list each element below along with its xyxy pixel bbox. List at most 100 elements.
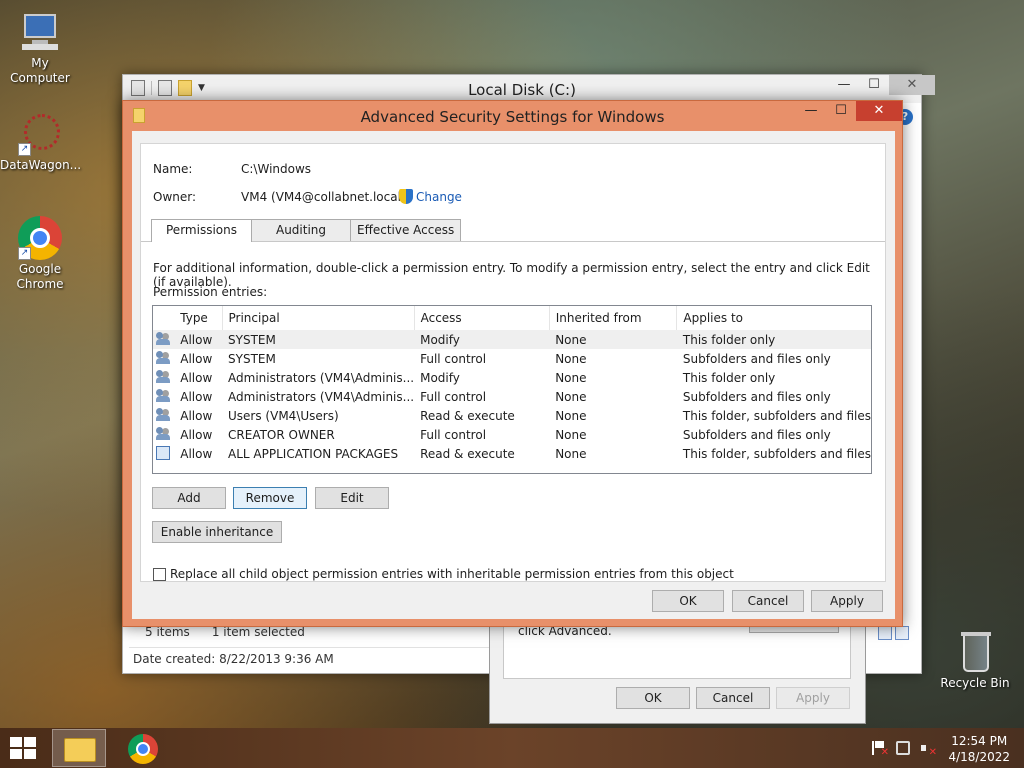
cell-applies: This folder, subfolders and files bbox=[682, 446, 871, 461]
action-center-flag-icon[interactable]: ✕ bbox=[872, 741, 889, 758]
cell-principal: CREATOR OWNER bbox=[228, 427, 335, 442]
tab-divider bbox=[141, 241, 885, 242]
table-row[interactable]: Allow ALL APPLICATION PACKAGES Read & ex… bbox=[153, 444, 871, 463]
cell-principal: SYSTEM bbox=[222, 330, 415, 349]
datawagon-icon: ↗ bbox=[18, 112, 62, 156]
maximize-button[interactable]: ☐ bbox=[826, 101, 856, 121]
dialog-panel: Name: C:\Windows Owner: VM4 (VM4@collabn… bbox=[140, 143, 886, 582]
tab-permissions[interactable]: Permissions bbox=[151, 219, 252, 242]
checkbox-box[interactable] bbox=[153, 567, 166, 581]
file-explorer-icon bbox=[64, 738, 96, 762]
desktop-icon-datawagon[interactable]: ↗ DataWagon... bbox=[0, 112, 82, 173]
cell-inherited: None bbox=[549, 330, 677, 349]
clock-date: 4/18/2022 bbox=[948, 750, 1010, 764]
taskbar-file-explorer[interactable] bbox=[52, 729, 106, 767]
cell-principal: Administrators (VM4\Adminis... bbox=[228, 389, 415, 404]
window-title: Local Disk (C:) bbox=[468, 81, 576, 99]
cell-access: Full control bbox=[420, 351, 487, 366]
cell-type: Allow bbox=[174, 330, 223, 349]
volume-muted-icon[interactable]: ✕ bbox=[920, 741, 937, 758]
column-inherited-from[interactable]: Inherited from bbox=[549, 306, 678, 330]
cell-access: Modify bbox=[420, 370, 460, 385]
user-group-icon bbox=[156, 351, 171, 365]
owner-label: Owner: bbox=[153, 190, 197, 204]
cell-access: Full control bbox=[420, 427, 487, 442]
windows-logo-icon bbox=[10, 737, 22, 747]
user-group-icon bbox=[156, 332, 171, 346]
date-created: Date created: 8/22/2013 9:36 AM bbox=[129, 647, 489, 666]
close-button[interactable]: ✕ bbox=[889, 75, 935, 95]
cell-applies: This folder, subfolders and files bbox=[682, 408, 871, 423]
desktop-icon-label: DataWagon... bbox=[0, 158, 82, 172]
cell-access: Read & execute bbox=[420, 446, 515, 461]
cancel-button[interactable]: Cancel bbox=[732, 590, 804, 612]
cell-applies: Subfolders and files only bbox=[682, 427, 831, 442]
desktop-icon-label: My Computer bbox=[10, 56, 70, 85]
apply-button[interactable]: Apply bbox=[811, 590, 883, 612]
cell-applies: Subfolders and files only bbox=[682, 389, 831, 404]
shortcut-arrow-icon: ↗ bbox=[18, 247, 31, 260]
cell-access: Read & execute bbox=[420, 408, 515, 423]
cell-type: Allow bbox=[180, 389, 213, 404]
properties-cancel-button[interactable]: Cancel bbox=[696, 687, 770, 709]
permission-entries-label: Permission entries: bbox=[153, 285, 268, 299]
cell-type: Allow bbox=[180, 446, 213, 461]
column-principal[interactable]: Principal bbox=[222, 306, 415, 330]
selection-count: 1 item selected bbox=[211, 625, 305, 639]
enable-inheritance-button[interactable]: Enable inheritance bbox=[152, 521, 282, 543]
desktop-icon-recycle-bin[interactable]: Recycle Bin bbox=[935, 630, 1015, 691]
cell-type: Allow bbox=[180, 427, 213, 442]
change-owner-link[interactable]: Change bbox=[399, 189, 462, 204]
tab-auditing[interactable]: Auditing bbox=[250, 219, 352, 241]
dialog-title: Advanced Security Settings for Windows bbox=[360, 108, 665, 126]
clock[interactable]: 12:54 PM 4/18/2022 bbox=[948, 733, 1010, 765]
cell-applies: This folder only bbox=[682, 370, 776, 385]
permission-entries-list[interactable]: Type Principal Access Inherited from App… bbox=[152, 305, 872, 474]
remove-button[interactable]: Remove bbox=[233, 487, 307, 509]
properties-ok-button[interactable]: OK bbox=[616, 687, 690, 709]
cell-inherited: None bbox=[555, 427, 587, 442]
shortcut-arrow-icon: ↗ bbox=[18, 143, 31, 156]
status-bar: 5 items 1 item selected Date created: 8/… bbox=[129, 625, 489, 666]
tab-effective-access[interactable]: Effective Access bbox=[350, 219, 462, 241]
start-button[interactable] bbox=[10, 737, 38, 761]
table-row[interactable]: Allow SYSTEM Full control None Subfolder… bbox=[153, 349, 871, 368]
table-row[interactable]: Allow Administrators (VM4\Adminis... Ful… bbox=[153, 387, 871, 406]
replace-permissions-checkbox[interactable]: Replace all child object permission entr… bbox=[153, 567, 734, 581]
close-button[interactable]: ✕ bbox=[856, 101, 902, 121]
column-applies-to[interactable]: Applies to bbox=[677, 306, 871, 330]
network-icon[interactable] bbox=[896, 741, 910, 755]
table-row[interactable]: Allow Administrators (VM4\Adminis... Mod… bbox=[153, 368, 871, 387]
cell-principal: Users (VM4\Users) bbox=[228, 408, 339, 423]
minimize-button[interactable]: — bbox=[796, 101, 826, 121]
add-button[interactable]: Add bbox=[152, 487, 226, 509]
explorer-titlebar[interactable]: ▼ Local Disk (C:) — ☐ ✕ bbox=[123, 75, 935, 103]
taskbar-chrome[interactable] bbox=[116, 729, 170, 767]
details-view-icon[interactable] bbox=[878, 626, 892, 640]
edit-button[interactable]: Edit bbox=[315, 487, 389, 509]
table-row[interactable]: Allow SYSTEM Modify None This folder onl… bbox=[153, 330, 871, 349]
desktop-icon-my-computer[interactable]: My Computer bbox=[0, 10, 80, 86]
ok-button[interactable]: OK bbox=[652, 590, 724, 612]
cell-access: Full control bbox=[420, 389, 487, 404]
properties-apply-button[interactable]: Apply bbox=[776, 687, 850, 709]
user-group-icon bbox=[156, 427, 171, 441]
owner-value: VM4 (VM4@collabnet.local) bbox=[241, 190, 406, 204]
recycle-bin-icon bbox=[953, 630, 997, 674]
desktop-icon-label: Recycle Bin bbox=[940, 676, 1010, 690]
dialog-titlebar[interactable]: Advanced Security Settings for Windows —… bbox=[123, 101, 902, 131]
column-type[interactable]: Type bbox=[174, 306, 223, 330]
maximize-button[interactable]: ☐ bbox=[859, 75, 889, 95]
column-access[interactable]: Access bbox=[414, 306, 550, 330]
cell-inherited: None bbox=[555, 351, 587, 366]
cell-inherited: None bbox=[555, 408, 587, 423]
minimize-button[interactable]: — bbox=[829, 75, 859, 95]
cell-principal: Administrators (VM4\Adminis... bbox=[228, 370, 415, 385]
checkbox-label: Replace all child object permission entr… bbox=[170, 567, 734, 581]
table-row[interactable]: Allow CREATOR OWNER Full control None Su… bbox=[153, 425, 871, 444]
table-row[interactable]: Allow Users (VM4\Users) Read & execute N… bbox=[153, 406, 871, 425]
desktop-icon-google-chrome[interactable]: ↗ Google Chrome bbox=[0, 216, 80, 292]
large-icons-view-icon[interactable] bbox=[895, 626, 909, 640]
list-header: Type Principal Access Inherited from App… bbox=[153, 306, 871, 330]
window-controls: — ☐ ✕ bbox=[829, 75, 935, 95]
